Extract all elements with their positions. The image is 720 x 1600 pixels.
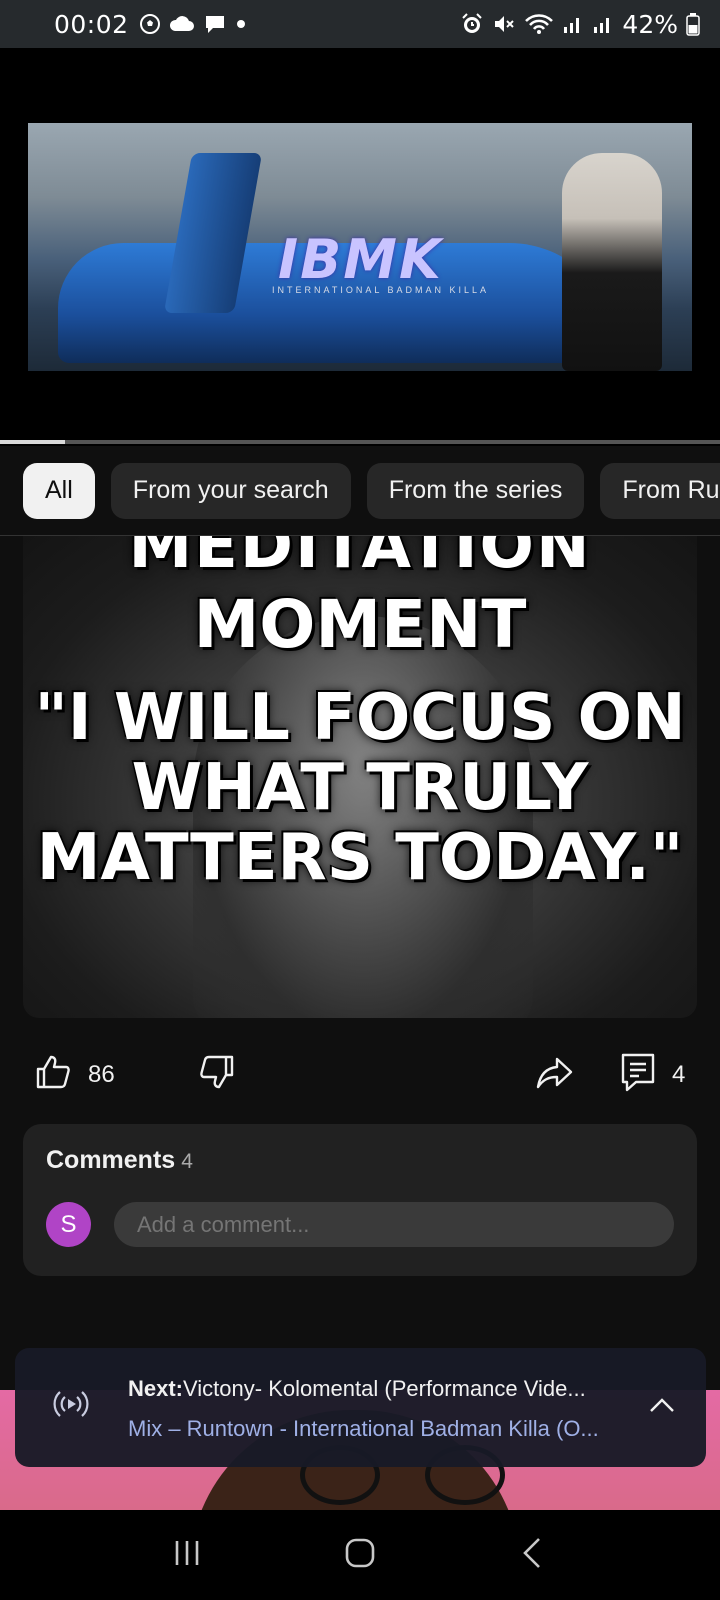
wifi-icon: [524, 12, 554, 36]
up-next-playlist: Mix – Runtown - International Badman Kil…: [128, 1416, 599, 1441]
signal-icon: [592, 13, 614, 35]
filter-chips: All From your search From the series Fro…: [0, 446, 720, 536]
battery-percent: 42%: [622, 9, 678, 39]
up-next-label: Next:: [128, 1376, 184, 1401]
video-progress-fill: [0, 440, 65, 444]
like-count: 86: [88, 1061, 115, 1088]
share-button[interactable]: [535, 1053, 575, 1098]
comments-card[interactable]: Comments 4 S: [23, 1124, 697, 1276]
thumbnail-text-line: "I WILL FOCUS ON: [34, 681, 686, 755]
like-button[interactable]: 86: [34, 1053, 115, 1098]
comments-title: Comments: [46, 1146, 176, 1174]
chevron-up-icon[interactable]: [648, 1392, 676, 1425]
video-logo-subtitle: INTERNATIONAL BADMAN KILLA: [272, 285, 490, 295]
recent-apps-icon[interactable]: [169, 1535, 205, 1576]
alarm-icon: [460, 12, 484, 36]
battery-icon: [686, 12, 700, 36]
status-time: 00:02: [54, 9, 129, 39]
notification-icons: [139, 13, 247, 35]
back-icon[interactable]: [515, 1535, 551, 1576]
chip-from-the-series[interactable]: From the series: [366, 462, 585, 519]
cloud-icon: [169, 15, 195, 33]
chip-from-your-search[interactable]: From your search: [110, 462, 351, 519]
dislike-button[interactable]: [198, 1053, 236, 1098]
video-thumbnail[interactable]: MEDITATION MOMENT "I WILL FOCUS ON WHAT …: [23, 536, 697, 1018]
video-logo: IBMK: [278, 228, 443, 291]
home-icon[interactable]: [342, 1535, 378, 1576]
system-icons: 42%: [460, 10, 700, 39]
mute-icon: [492, 12, 516, 36]
soccer-icon: [139, 13, 161, 35]
comment-icon: [620, 1052, 656, 1099]
comments-count: 4: [181, 1150, 193, 1173]
up-next-title: Next:Victony- Kolomental (Performance Vi…: [128, 1376, 628, 1402]
live-broadcast-icon: [51, 1388, 91, 1425]
up-next-card[interactable]: Next:Victony- Kolomental (Performance Vi…: [15, 1348, 706, 1467]
avatar[interactable]: S: [46, 1202, 91, 1247]
video-progress-bar[interactable]: [0, 440, 720, 444]
thumbnail-text-line: MATTERS TODAY.": [36, 821, 684, 895]
comments-button[interactable]: 4: [620, 1052, 685, 1099]
status-bar: 00:02 42%: [0, 0, 720, 48]
chip-all[interactable]: All: [23, 462, 95, 519]
action-bar: 86 4: [0, 1040, 720, 1110]
chat-icon: [203, 13, 227, 35]
thumbnail-text-line: MEDITATION: [128, 536, 592, 583]
thumbnail-text-line: MOMENT: [193, 586, 527, 663]
video-frame[interactable]: IBMK INTERNATIONAL BADMAN KILLA: [28, 123, 692, 371]
system-nav-bar: [0, 1510, 720, 1600]
thumbnail-text-line: WHAT TRULY: [131, 751, 589, 825]
dot-icon: [235, 18, 247, 30]
thumbs-up-icon: [34, 1053, 72, 1098]
video-player[interactable]: IBMK INTERNATIONAL BADMAN KILLA: [0, 48, 720, 446]
video-figure: [562, 153, 662, 371]
up-next-video-title: Victony- Kolomental (Performance Vide...: [183, 1376, 586, 1401]
signal-icon: [562, 13, 584, 35]
comment-input[interactable]: [114, 1202, 674, 1247]
thumbs-down-icon: [198, 1053, 236, 1098]
share-icon: [535, 1053, 575, 1098]
comment-count: 4: [672, 1061, 686, 1088]
chip-from-ru[interactable]: From Ru: [600, 462, 720, 519]
comments-header: Comments 4: [46, 1146, 193, 1175]
